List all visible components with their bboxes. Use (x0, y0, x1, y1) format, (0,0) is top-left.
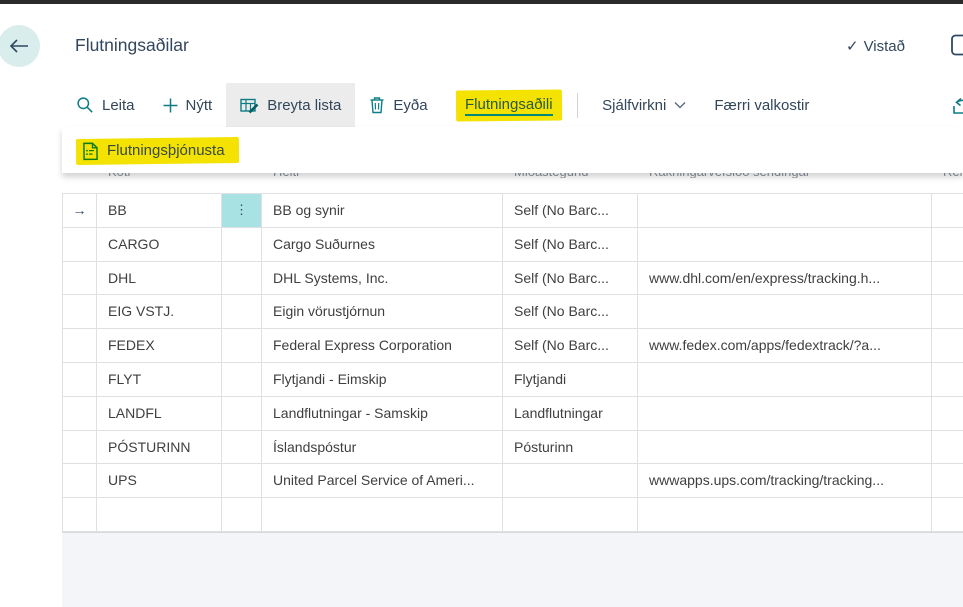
cell-name[interactable]: DHL Systems, Inc. (262, 262, 503, 295)
table-row-empty[interactable] (62, 498, 963, 532)
edit-list-icon (240, 97, 259, 114)
cell-url[interactable]: www.dhl.com/en/express/tracking.h... (638, 262, 932, 295)
cell-code[interactable]: CARGO (97, 228, 222, 261)
cell-name[interactable]: Cargo Suðurnes (262, 228, 503, 261)
row-kebab-menu-icon[interactable]: ⋮ (222, 194, 262, 227)
table-row[interactable]: CARGO Cargo Suðurnes Self (No Barc... (62, 228, 963, 262)
cell-code[interactable]: UPS (97, 464, 222, 497)
cell-extra[interactable] (932, 397, 963, 430)
cell-url[interactable]: www.fedex.com/apps/fedextrack/?a... (638, 329, 932, 362)
shipping-agent-menu[interactable]: Flutningsaðili (455, 89, 561, 121)
cell-url[interactable] (638, 397, 932, 430)
check-icon: ✓ (846, 37, 859, 55)
cell-name[interactable]: Íslandspóstur (262, 431, 503, 464)
cell-type[interactable]: Pósturinn (503, 431, 638, 464)
cell-url[interactable] (638, 431, 932, 464)
page-inspection-icon[interactable] (950, 32, 963, 63)
fewer-options-action[interactable]: Færri valkostir (700, 83, 823, 127)
cell-type[interactable]: Landflutningar (503, 397, 638, 430)
table-row[interactable]: → BB ⋮ BB og synir Self (No Barc... (62, 194, 963, 228)
cell-type[interactable] (503, 498, 638, 531)
report-document-icon (82, 142, 99, 161)
cell-code[interactable]: LANDFL (97, 397, 222, 430)
cell-name[interactable]: BB og synir (262, 194, 503, 227)
cell-type[interactable] (503, 464, 638, 497)
chevron-down-icon (674, 101, 686, 109)
edit-list-action[interactable]: Breyta lista (226, 83, 355, 127)
cell-url[interactable] (638, 228, 932, 261)
cell-name[interactable]: Flytjandi - Eimskip (262, 363, 503, 396)
cell-url[interactable] (638, 295, 932, 328)
cell-url[interactable] (638, 498, 932, 531)
cell-extra[interactable] (932, 431, 963, 464)
cell-url[interactable] (638, 363, 932, 396)
shipping-service-menu-item[interactable]: Flutningsþjónusta (76, 137, 239, 165)
cell-code[interactable]: BB (97, 194, 222, 227)
browser-top-bar (0, 0, 963, 4)
back-button[interactable] (0, 25, 40, 67)
cell-name[interactable]: Federal Express Corporation (262, 329, 503, 362)
table-row[interactable]: DHL DHL Systems, Inc. Self (No Barc... w… (62, 262, 963, 296)
cell-extra[interactable] (932, 498, 963, 531)
trash-icon (369, 96, 385, 114)
shipping-service-label: Flutningsþjónusta (107, 142, 225, 159)
cell-type[interactable]: Self (No Barc... (503, 295, 638, 328)
new-label: Nýtt (186, 97, 213, 114)
saved-label: Vistað (864, 38, 905, 55)
cell-url[interactable]: wwwapps.ups.com/tracking/tracking... (638, 464, 932, 497)
arrow-left-icon (8, 37, 30, 55)
delete-action[interactable]: Eyða (355, 83, 441, 127)
cell-type[interactable]: Self (No Barc... (503, 329, 638, 362)
automation-menu[interactable]: Sjálfvirkni (588, 83, 700, 127)
content-background (62, 532, 963, 607)
shipping-agent-label: Flutningsaðili (465, 95, 553, 115)
cell-extra[interactable] (932, 228, 963, 261)
action-toolbar: Leita Nýtt Breyta lista (62, 83, 963, 127)
cell-code[interactable]: PÓSTURINN (97, 431, 222, 464)
row-selector-arrow-icon[interactable]: → (62, 194, 97, 227)
table-row[interactable]: FEDEX Federal Express Corporation Self (… (62, 329, 963, 363)
cell-type[interactable]: Flytjandi (503, 363, 638, 396)
cell-code[interactable]: FLYT (97, 363, 222, 396)
page-title: Flutningsaðilar (75, 35, 189, 56)
cell-code[interactable]: DHL (97, 262, 222, 295)
cell-code[interactable]: FEDEX (97, 329, 222, 362)
table-row[interactable]: EIG VSTJ. Eigin vörustjórnun Self (No Ba… (62, 295, 963, 329)
search-label: Leita (102, 97, 135, 114)
app-window: Flutningsaðilar ✓ Vistað Leita Nýtt (0, 0, 963, 607)
cell-name[interactable]: Landflutningar - Samskip (262, 397, 503, 430)
table-row[interactable]: UPS United Parcel Service of Ameri... ww… (62, 464, 963, 498)
cell-type[interactable]: Self (No Barc... (503, 262, 638, 295)
edit-list-label: Breyta lista (267, 97, 341, 114)
cell-name[interactable]: United Parcel Service of Ameri... (262, 464, 503, 497)
delete-label: Eyða (393, 97, 427, 114)
cell-extra[interactable] (932, 363, 963, 396)
cell-extra[interactable] (932, 295, 963, 328)
share-icon[interactable] (950, 93, 963, 121)
shipping-agents-grid: → BB ⋮ BB og synir Self (No Barc... CARG… (62, 193, 963, 532)
automation-label: Sjálfvirkni (602, 97, 666, 114)
cell-type[interactable]: Self (No Barc... (503, 228, 638, 261)
cell-extra[interactable] (932, 262, 963, 295)
fewer-options-label: Færri valkostir (714, 97, 809, 114)
cell-name[interactable] (262, 498, 503, 531)
cell-code[interactable]: EIG VSTJ. (97, 295, 222, 328)
table-row[interactable]: FLYT Flytjandi - Eimskip Flytjandi (62, 363, 963, 397)
cell-url[interactable] (638, 194, 932, 227)
cell-code[interactable] (97, 498, 222, 531)
saved-status: ✓ Vistað (846, 37, 905, 55)
plus-icon (163, 98, 178, 113)
search-icon (76, 96, 94, 114)
shipping-agent-dropdown: Flutningsþjónusta (62, 127, 963, 173)
cell-extra[interactable] (932, 194, 963, 227)
cell-extra[interactable] (932, 329, 963, 362)
cell-type[interactable]: Self (No Barc... (503, 194, 638, 227)
search-action[interactable]: Leita (62, 83, 149, 127)
table-row[interactable]: PÓSTURINN Íslandspóstur Pósturinn (62, 431, 963, 465)
cell-extra[interactable] (932, 464, 963, 497)
toolbar-divider (577, 93, 578, 118)
new-action[interactable]: Nýtt (149, 83, 227, 127)
cell-name[interactable]: Eigin vörustjórnun (262, 295, 503, 328)
table-row[interactable]: LANDFL Landflutningar - Samskip Landflut… (62, 397, 963, 431)
